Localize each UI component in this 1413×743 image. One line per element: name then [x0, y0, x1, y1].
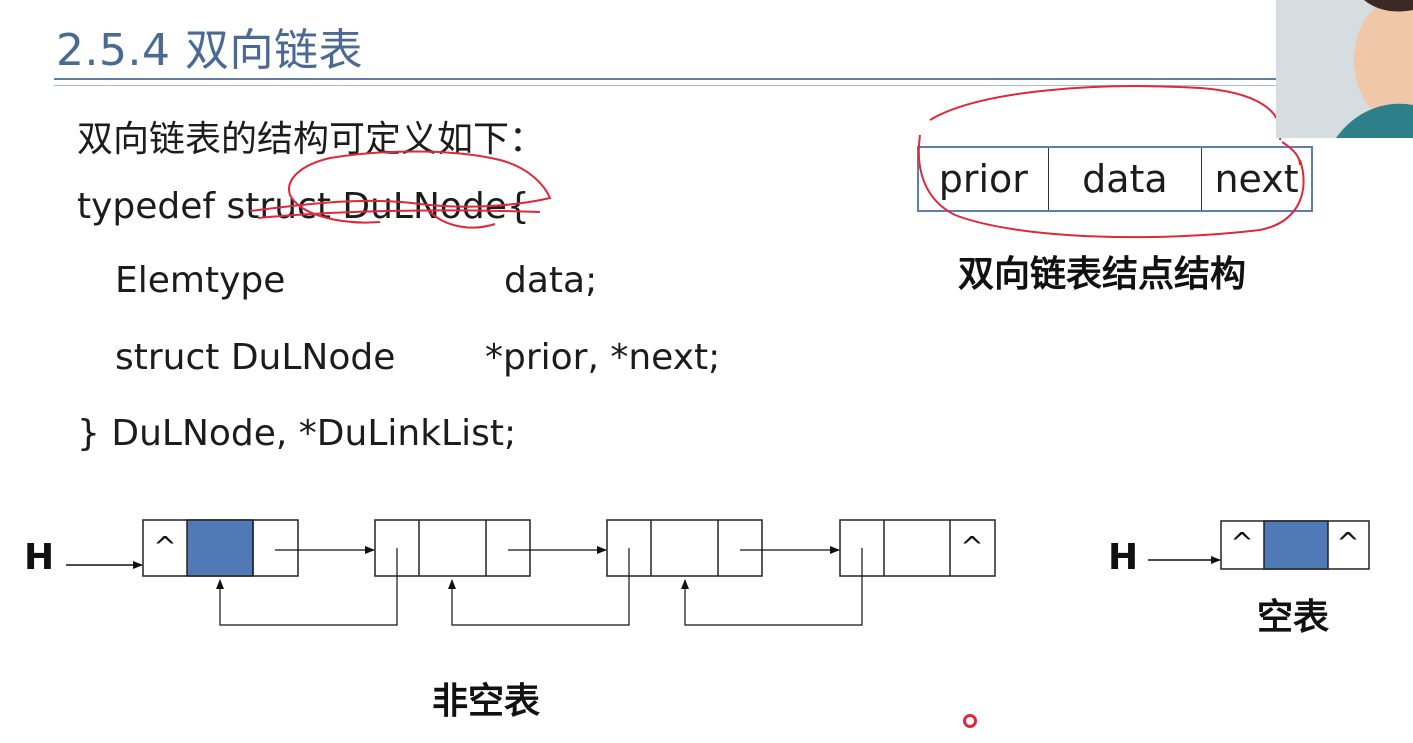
empty-list-head-node: ^ ^ — [1220, 520, 1370, 570]
head-node-data-cell — [186, 519, 254, 577]
null-symbol: ^ — [1336, 526, 1359, 559]
list-node-3 — [606, 519, 763, 577]
list-node-2 — [374, 519, 531, 577]
list-node-tail: ^ — [839, 519, 996, 577]
presenter-webcam-overlay — [1276, 0, 1413, 138]
red-annotation-circle — [917, 85, 1305, 239]
null-symbol: ^ — [960, 530, 983, 563]
pointer-indicator — [963, 714, 977, 728]
empty-head-label: H — [1108, 537, 1139, 578]
linked-list-diagrams: ^ ^ ^ ^ — [66, 85, 1370, 626]
head-label: H — [24, 537, 55, 578]
nonempty-list-caption: 非空表 — [432, 681, 541, 722]
null-symbol: ^ — [153, 530, 176, 563]
red-annotation-strike — [249, 150, 552, 229]
empty-list-caption: 空表 — [1257, 597, 1330, 638]
null-symbol: ^ — [1230, 526, 1253, 559]
list-node-head: ^ — [142, 519, 299, 577]
